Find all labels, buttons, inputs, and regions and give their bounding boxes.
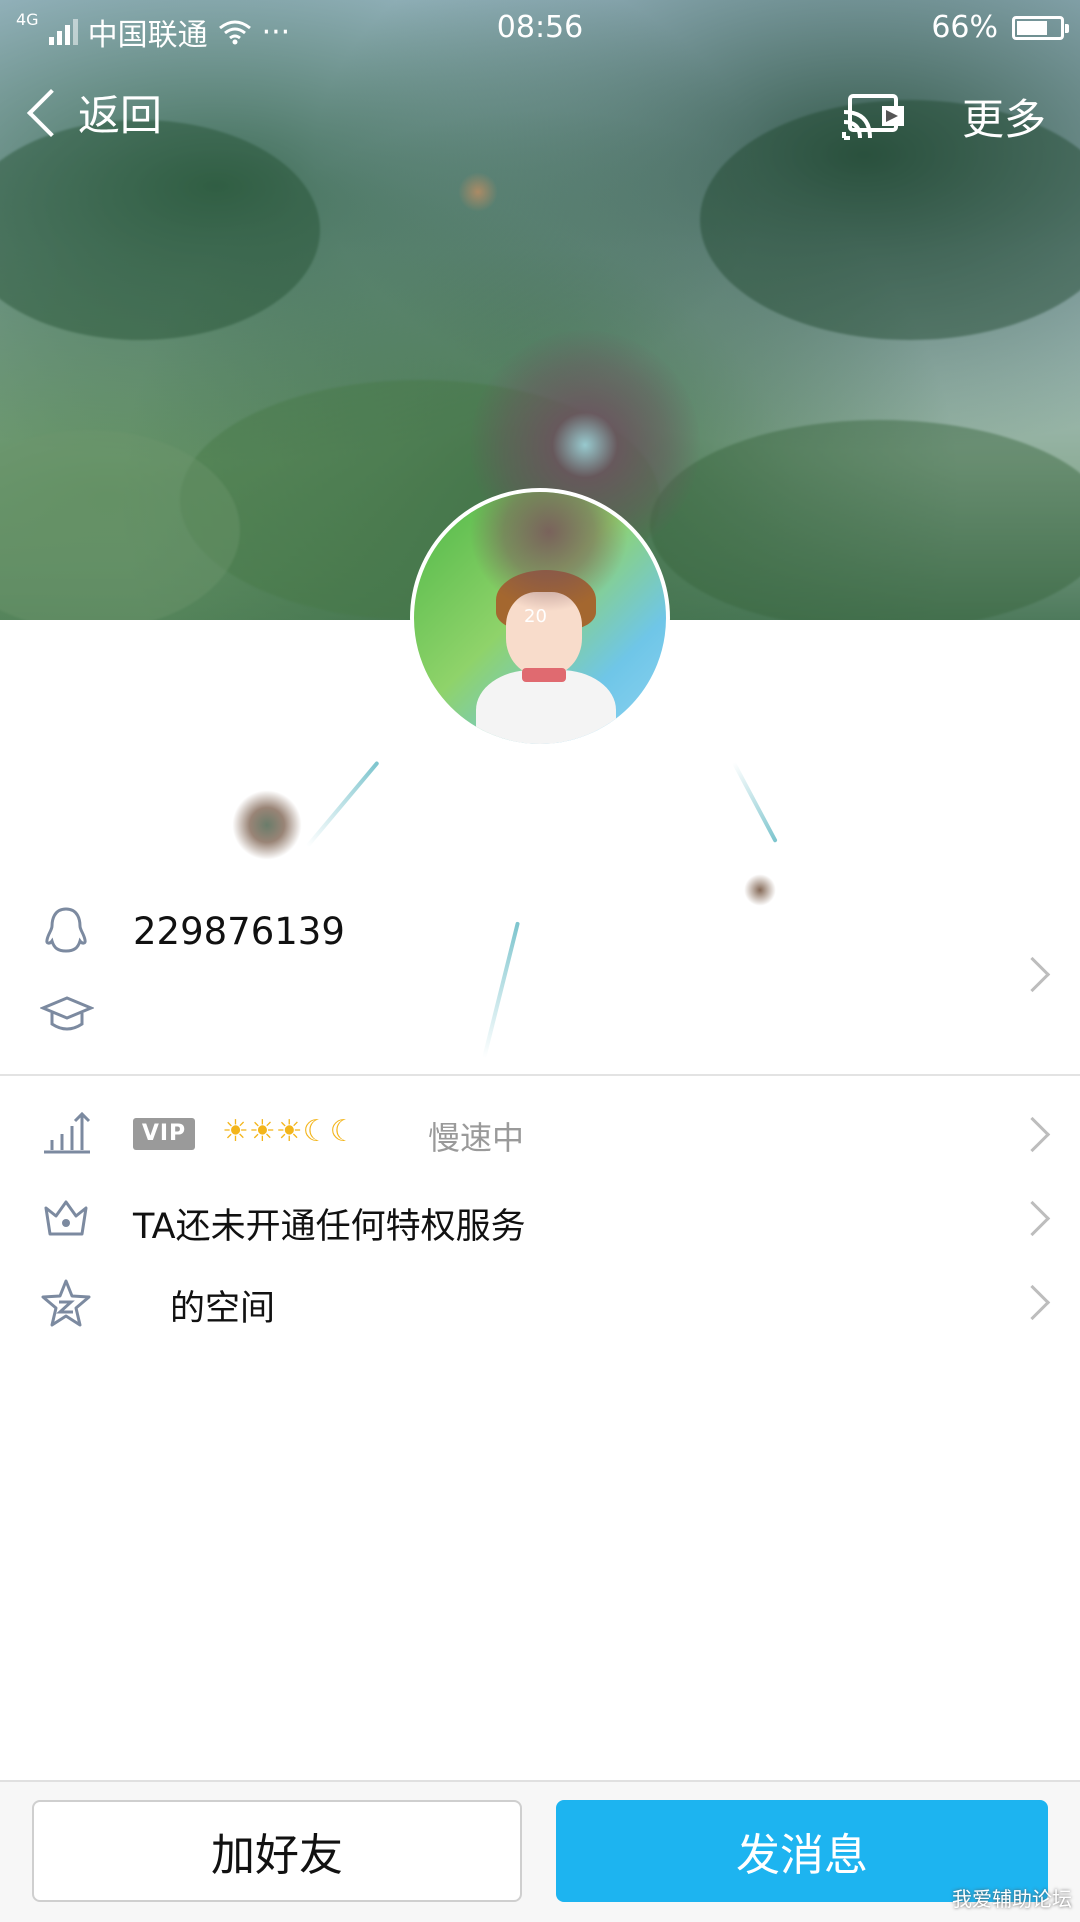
qq-number: 229876139 xyxy=(133,910,345,953)
battery-icon xyxy=(1012,15,1069,40)
space-row[interactable] xyxy=(0,1262,1080,1342)
space-text: 的空间 xyxy=(170,1289,276,1329)
back-label: 返回 xyxy=(78,91,163,140)
qzone-star-icon xyxy=(41,1279,91,1327)
firework-overlay xyxy=(469,492,629,612)
add-friend-button[interactable]: 加好友 xyxy=(32,1800,522,1902)
level-status: 慢速中 xyxy=(428,1119,525,1157)
back-chevron-icon xyxy=(26,88,76,137)
graduation-cap-icon xyxy=(40,996,94,1031)
avatar-collar xyxy=(522,668,566,682)
level-icons: ☀☀☀☾☾ xyxy=(222,1114,357,1149)
status-bar: 4G 中国联通 ··· 08:56 66% xyxy=(0,0,1080,56)
privilege-text: TA还未开通任何特权服务 xyxy=(133,1207,526,1247)
crown-icon xyxy=(44,1200,88,1236)
profile-avatar[interactable]: 20 xyxy=(410,488,670,748)
firework-trail xyxy=(731,761,778,843)
firework-small xyxy=(458,172,498,212)
bottom-action-bar: 加好友 发消息 我爱辅助论坛 xyxy=(0,1780,1080,1922)
firework-spark xyxy=(232,790,302,860)
screen-cast-icon[interactable] xyxy=(842,92,904,142)
status-bar-right: 66% xyxy=(931,10,1069,45)
account-info-row[interactable] xyxy=(0,880,1080,1070)
watermark: 我爱辅助论坛 xyxy=(952,1887,1072,1911)
battery-percent: 66% xyxy=(931,10,998,45)
vip-badge: VIP xyxy=(133,1118,195,1150)
qq-penguin-icon xyxy=(45,907,87,953)
level-chart-icon xyxy=(44,1111,91,1154)
avatar-badge: 20 xyxy=(524,606,547,627)
more-button[interactable]: 更多 xyxy=(962,86,1046,147)
status-time: 08:56 xyxy=(496,10,584,45)
nav-bar: 返回 更多 xyxy=(0,76,1080,156)
back-button[interactable]: 返回 xyxy=(26,82,162,143)
battery-level-fill xyxy=(1017,20,1048,35)
section-divider xyxy=(0,1074,1080,1076)
firework-trail xyxy=(305,760,380,848)
cover-foliage xyxy=(650,420,1080,620)
